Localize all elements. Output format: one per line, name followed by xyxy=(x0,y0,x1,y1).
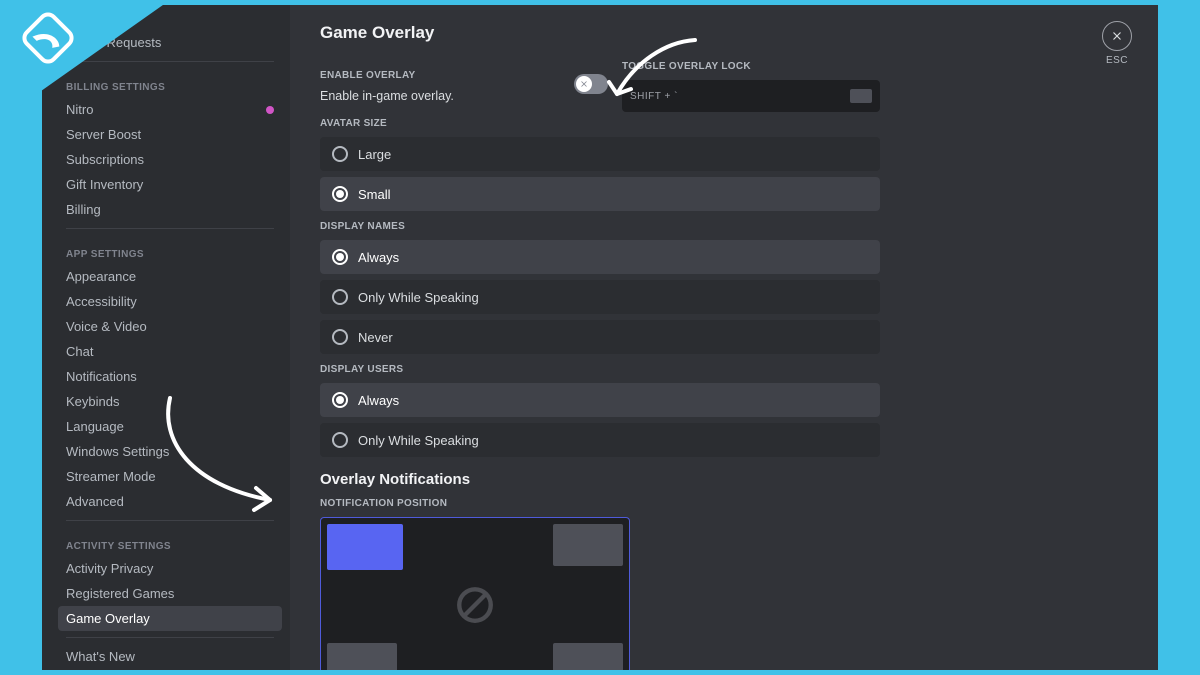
sidebar-item-chat[interactable]: Chat xyxy=(58,339,282,364)
disabled-icon[interactable] xyxy=(454,584,496,626)
sidebar-item-notifications[interactable]: Notifications xyxy=(58,364,282,389)
sidebar-item-merch[interactable]: Merch xyxy=(58,669,282,670)
display-users-always[interactable]: Always xyxy=(320,383,880,417)
radio-label: Only While Speaking xyxy=(358,290,479,305)
sidebar-item-whats-new[interactable]: What's New xyxy=(58,644,282,669)
sidebar-item-language[interactable]: Language xyxy=(58,414,282,439)
display-names-header: DISPLAY NAMES xyxy=(320,221,880,232)
keyboard-icon xyxy=(850,89,872,103)
radio-icon xyxy=(332,146,348,162)
sidebar-item-advanced[interactable]: Advanced xyxy=(58,489,282,514)
toggle-knob-icon xyxy=(576,76,592,92)
close-button[interactable]: ESC xyxy=(1102,21,1132,66)
avatar-size-small[interactable]: Small xyxy=(320,177,880,211)
display-users-group: Always Only While Speaking xyxy=(320,383,880,457)
display-names-always[interactable]: Always xyxy=(320,240,880,274)
sidebar-item-subscriptions[interactable]: Subscriptions xyxy=(58,147,282,172)
radio-label: Only While Speaking xyxy=(358,433,479,448)
sidebar-header-app: APP SETTINGS xyxy=(58,235,282,264)
hotkey-input[interactable]: SHIFT + ` xyxy=(622,80,880,112)
enable-overlay-label: Enable in-game overlay. xyxy=(320,89,560,103)
position-bottom-left[interactable] xyxy=(327,643,397,670)
sidebar-item-appearance[interactable]: Appearance xyxy=(58,264,282,289)
enable-overlay-toggle[interactable] xyxy=(574,74,608,94)
hotkey-value: SHIFT + ` xyxy=(630,91,678,102)
notification-position-header: NOTIFICATION POSITION xyxy=(320,498,880,509)
avatar-size-group: Large Small xyxy=(320,137,880,211)
position-top-left[interactable] xyxy=(327,524,403,570)
brand-logo xyxy=(18,8,78,68)
sidebar-item-keybinds[interactable]: Keybinds xyxy=(58,389,282,414)
radio-label: Always xyxy=(358,393,399,408)
sidebar-item-activity-privacy[interactable]: Activity Privacy xyxy=(58,556,282,581)
sidebar-item-streamer-mode[interactable]: Streamer Mode xyxy=(58,464,282,489)
sidebar-item-billing[interactable]: Billing xyxy=(58,197,282,222)
esc-label: ESC xyxy=(1106,55,1128,66)
radio-icon xyxy=(332,249,348,265)
sidebar-item-registered-games[interactable]: Registered Games xyxy=(58,581,282,606)
radio-icon xyxy=(332,432,348,448)
avatar-size-header: AVATAR SIZE xyxy=(320,118,880,129)
avatar-size-large[interactable]: Large xyxy=(320,137,880,171)
sidebar-item-server-boost[interactable]: Server Boost xyxy=(58,122,282,147)
sidebar-item-gift-inventory[interactable]: Gift Inventory xyxy=(58,172,282,197)
display-names-never[interactable]: Never xyxy=(320,320,880,354)
radio-icon xyxy=(332,392,348,408)
display-names-only-speaking[interactable]: Only While Speaking xyxy=(320,280,880,314)
sidebar-item-game-overlay[interactable]: Game Overlay xyxy=(58,606,282,631)
settings-content: ESC Game Overlay ENABLE OVERLAY Enable i… xyxy=(290,5,1158,670)
notification-position-picker xyxy=(320,517,630,670)
overlay-notifications-title: Overlay Notifications xyxy=(320,471,880,488)
radio-icon xyxy=(332,289,348,305)
radio-label: Always xyxy=(358,250,399,265)
sidebar-item-windows-settings[interactable]: Windows Settings xyxy=(58,439,282,464)
position-bottom-right[interactable] xyxy=(553,643,623,670)
radio-icon xyxy=(332,186,348,202)
radio-label: Large xyxy=(358,147,391,162)
display-names-group: Always Only While Speaking Never xyxy=(320,240,880,354)
position-top-right[interactable] xyxy=(553,524,623,566)
radio-label: Never xyxy=(358,330,393,345)
sidebar-item-voice-video[interactable]: Voice & Video xyxy=(58,314,282,339)
toggle-lock-header: TOGGLE OVERLAY LOCK xyxy=(622,61,880,72)
display-users-only-speaking[interactable]: Only While Speaking xyxy=(320,423,880,457)
sidebar-header-activity: ACTIVITY SETTINGS xyxy=(58,527,282,556)
enable-overlay-header: ENABLE OVERLAY xyxy=(320,70,560,81)
sidebar-item-accessibility[interactable]: Accessibility xyxy=(58,289,282,314)
radio-icon xyxy=(332,329,348,345)
radio-label: Small xyxy=(358,187,391,202)
display-users-header: DISPLAY USERS xyxy=(320,364,880,375)
page-title: Game Overlay xyxy=(320,23,880,43)
nitro-badge-icon xyxy=(266,106,274,114)
